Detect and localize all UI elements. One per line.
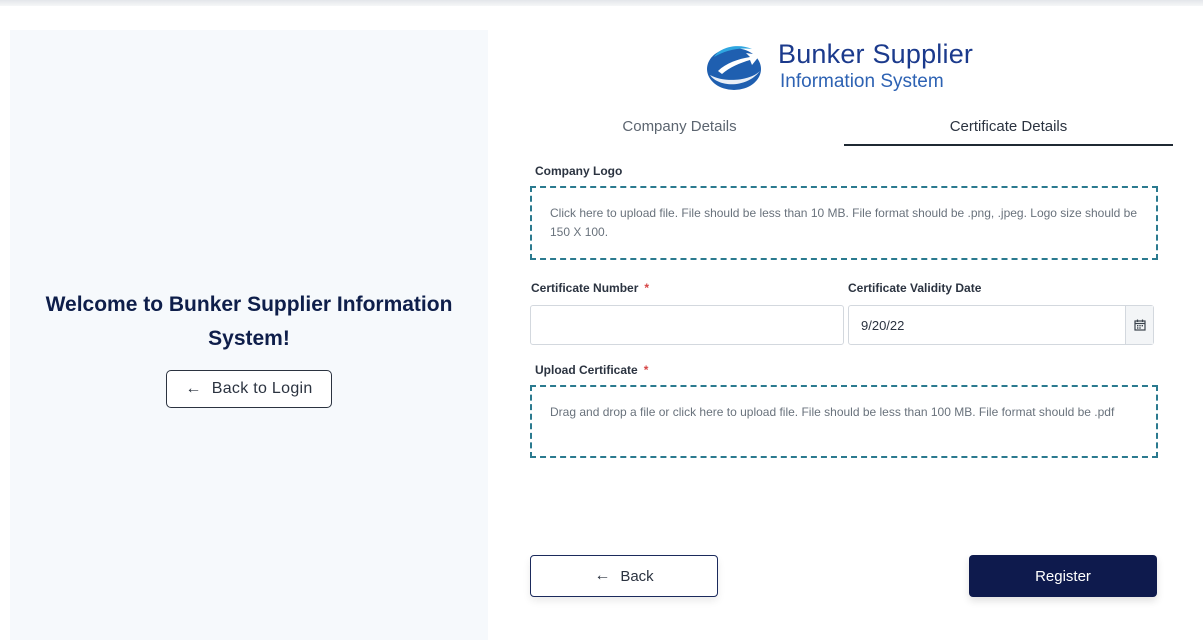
logo-swirl-icon [707,46,761,90]
arrow-left-icon: ← [594,567,611,584]
tab-company-details[interactable]: Company Details [515,112,844,146]
certificate-number-label: Certificate Number * [531,281,649,295]
calendar-button[interactable] [1125,306,1153,344]
logo-subtitle: Information System [780,71,944,92]
upload-certificate-label: Upload Certificate * [535,363,648,377]
back-button[interactable]: ← Back [530,555,718,597]
back-to-login-button[interactable]: ← Back to Login [166,370,332,408]
top-shadow-bar [0,0,1203,6]
required-mark: * [643,363,649,377]
certificate-validity-date-field[interactable]: 9/20/22 [848,305,1154,345]
register-button[interactable]: Register [969,555,1157,597]
back-to-login-label: Back to Login [211,380,313,397]
certificate-validity-date-value: 9/20/22 [861,318,905,333]
welcome-panel: Welcome to Bunker Supplier Information S… [10,30,488,640]
app-logo: Bunker Supplier Information System [704,37,994,99]
company-logo-label: Company Logo [535,164,622,178]
arrow-left-icon: ← [185,380,202,397]
required-mark: * [644,281,650,295]
company-logo-upload-hint: Click here to upload file. File should b… [550,206,1138,239]
logo-title: Bunker Supplier [778,39,974,69]
tab-certificate-details[interactable]: Certificate Details [844,112,1173,146]
upload-certificate-hint: Drag and drop a file or click here to up… [550,405,1115,419]
register-button-label: Register [1035,567,1091,585]
back-button-label: Back [620,567,654,585]
welcome-title: Welcome to Bunker Supplier Information S… [45,293,453,350]
certificate-validity-date-label-text: Certificate Validity Date [848,281,982,295]
upload-certificate-drop-zone[interactable]: Drag and drop a file or click here to up… [530,385,1158,458]
certificate-validity-date-label: Certificate Validity Date [848,281,981,295]
company-logo-label-text: Company Logo [535,164,623,178]
calendar-icon [1133,319,1146,331]
form-tabs: Company Details Certificate Details [515,112,1173,148]
certificate-number-label-text: Certificate Number [531,281,639,295]
company-logo-upload-zone[interactable]: Click here to upload file. File should b… [530,186,1158,260]
upload-certificate-label-text: Upload Certificate [535,363,638,377]
certificate-number-input[interactable] [530,305,844,345]
